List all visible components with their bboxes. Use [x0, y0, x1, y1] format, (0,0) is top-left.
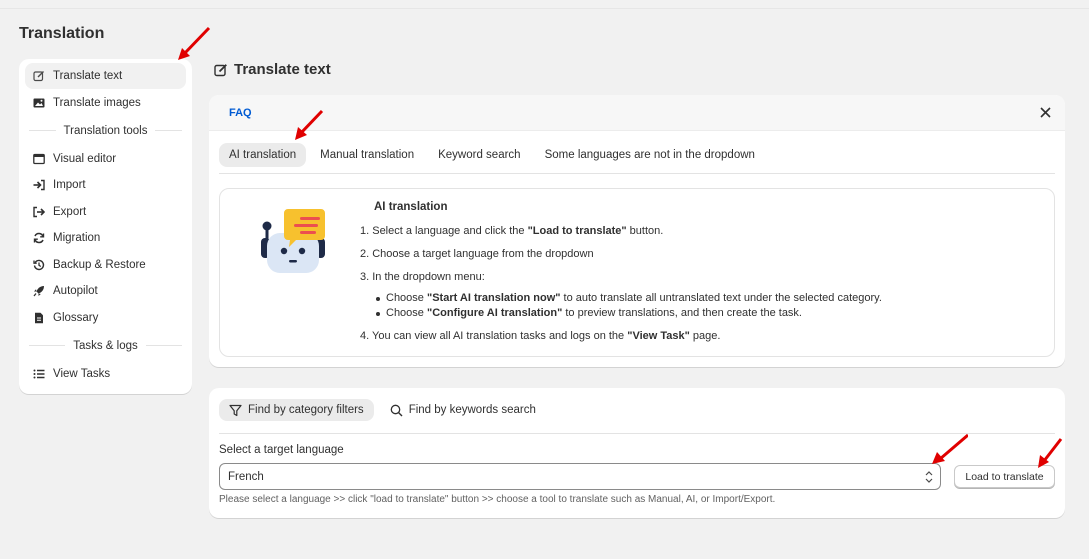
sidebar-item-label: Backup & Restore	[53, 258, 146, 271]
section-header-translation-tools: Translation tools	[25, 118, 186, 144]
sidebar-item-import[interactable]: Import	[25, 172, 186, 198]
step-3-sublist: Choose "Start AI translation now" to aut…	[360, 291, 1040, 321]
sidebar-item-migration[interactable]: Migration	[25, 225, 186, 251]
close-icon[interactable]	[1037, 105, 1053, 121]
filter-icon	[229, 404, 242, 417]
sidebar-item-label: Import	[53, 179, 86, 191]
main-title: Translate text	[214, 61, 331, 78]
sidebar-item-autopilot[interactable]: Autopilot	[25, 278, 186, 304]
section-header-tasks-logs: Tasks & logs	[25, 333, 186, 359]
select-language-label: Select a target language	[219, 444, 344, 456]
load-to-translate-button[interactable]: Load to translate	[954, 465, 1055, 488]
top-bar	[0, 0, 1089, 9]
tab-find-by-category[interactable]: Find by category filters	[219, 399, 374, 421]
select-value: French	[228, 470, 264, 483]
faq-label[interactable]: FAQ	[229, 107, 252, 119]
window-icon	[32, 152, 45, 165]
info-content: AI translation 1. Select a language and …	[360, 201, 1040, 352]
sidebar-item-visual-editor[interactable]: Visual editor	[25, 146, 186, 172]
sidebar-item-translate-text[interactable]: Translate text	[25, 63, 186, 89]
sidebar-item-label: View Tasks	[53, 367, 111, 380]
divider	[219, 173, 1055, 174]
tab-ai-translation[interactable]: AI translation	[219, 143, 307, 167]
filter-tabs: Find by category filters Find by keyword…	[209, 388, 1065, 422]
divider	[219, 433, 1055, 434]
sidebar-item-label: Translate images	[53, 96, 141, 109]
sidebar-item-view-tasks[interactable]: View Tasks	[25, 361, 186, 387]
search-icon	[390, 404, 403, 417]
edit-icon	[32, 70, 45, 83]
helper-text: Please select a language >> click "load …	[219, 494, 776, 505]
sidebar: Translate text Translate images Translat…	[19, 59, 192, 394]
sub-step-1: Choose "Start AI translation now" to aut…	[360, 291, 1040, 306]
history-icon	[32, 258, 45, 271]
document-icon	[32, 311, 45, 324]
sidebar-item-export[interactable]: Export	[25, 199, 186, 225]
refresh-icon	[32, 232, 45, 245]
target-language-select[interactable]: French	[219, 463, 941, 490]
tab-keyword-search[interactable]: Keyword search	[428, 143, 530, 167]
step-2: 2. Choose a target language from the dro…	[360, 248, 594, 260]
sidebar-item-glossary[interactable]: Glossary	[25, 305, 186, 331]
sub-step-2: Choose "Configure AI translation" to pre…	[360, 306, 1040, 321]
main-title-text: Translate text	[234, 61, 331, 78]
edit-icon	[214, 63, 228, 77]
sidebar-item-label: Autopilot	[53, 285, 98, 297]
sidebar-item-label: Migration	[53, 232, 101, 244]
sidebar-item-label: Export	[53, 205, 87, 218]
info-title: AI translation	[374, 201, 448, 213]
faq-header: FAQ	[209, 95, 1065, 131]
chevron-updown-icon	[924, 469, 934, 488]
sidebar-item-backup-restore[interactable]: Backup & Restore	[25, 252, 186, 278]
tab-languages-not-in-dropdown[interactable]: Some languages are not in the dropdown	[535, 143, 765, 167]
ai-translation-info-box: AI translation 1. Select a language and …	[219, 188, 1055, 357]
page-title: Translation	[19, 25, 105, 42]
sidebar-item-label: Visual editor	[53, 152, 117, 165]
tab-find-by-keywords[interactable]: Find by keywords search	[380, 399, 546, 421]
sidebar-item-label: Translate text	[53, 70, 123, 82]
faq-tabs: AI translation Manual translation Keywor…	[209, 131, 1065, 171]
image-icon	[32, 96, 45, 109]
sidebar-item-translate-images[interactable]: Translate images	[25, 90, 186, 116]
export-icon	[32, 205, 45, 218]
sidebar-item-label: Glossary	[53, 311, 99, 324]
filter-card: Find by category filters Find by keyword…	[209, 388, 1065, 518]
tab-manual-translation[interactable]: Manual translation	[310, 143, 424, 167]
faq-card: FAQ AI translation Manual translation Ke…	[209, 95, 1065, 367]
step-1: 1. Select a language and click the "Load…	[360, 225, 664, 237]
import-icon	[32, 179, 45, 192]
step-4: 4. You can view all AI translation tasks…	[360, 330, 721, 342]
list-icon	[32, 367, 45, 380]
rocket-icon	[32, 285, 45, 298]
robot-illustration-icon	[258, 207, 328, 277]
step-3: 3. In the dropdown menu:	[360, 271, 485, 283]
